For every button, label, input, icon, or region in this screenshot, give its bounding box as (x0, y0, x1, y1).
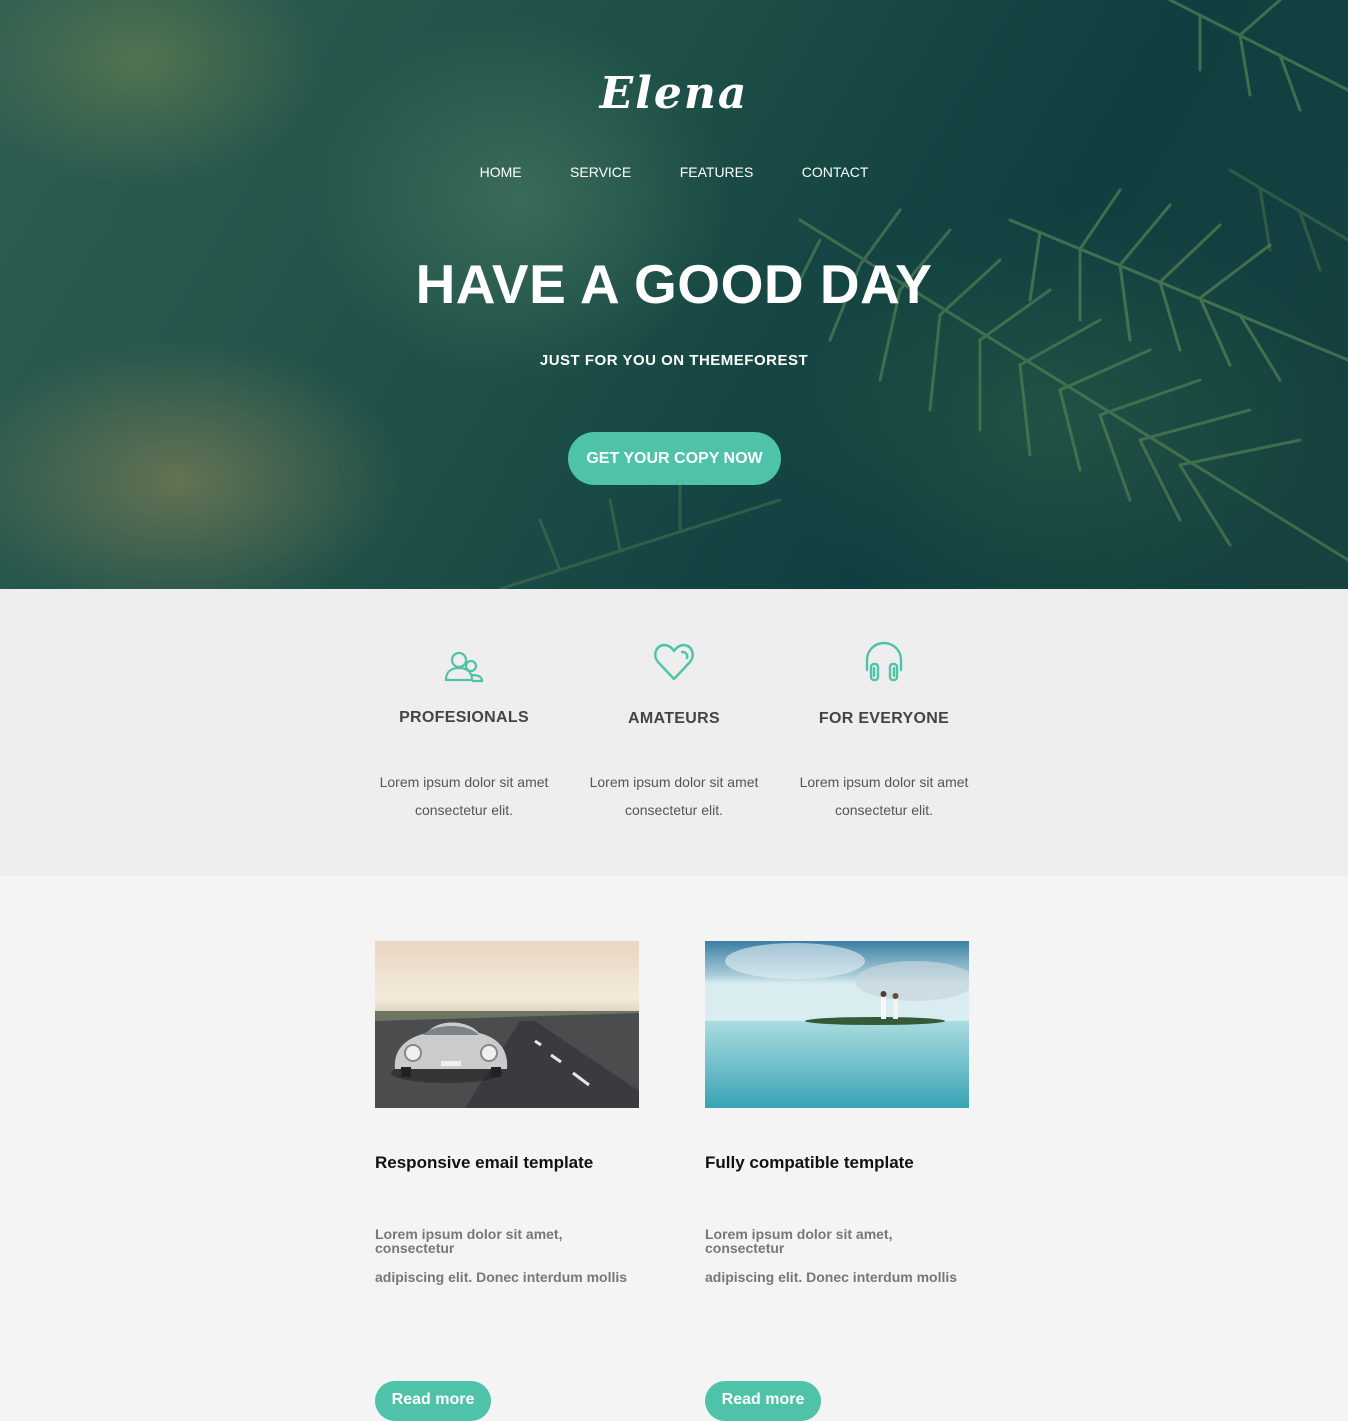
feature-desc: Lorem ipsum dolor sit amet consectetur e… (569, 768, 779, 824)
read-more-button[interactable]: Read more (705, 1381, 821, 1421)
nav-item-service[interactable]: SERVICE (570, 164, 631, 180)
users-icon (442, 645, 486, 689)
nav-item-home[interactable]: HOME (480, 164, 522, 180)
articles-section: Responsive email template Lorem ipsum do… (0, 876, 1348, 1421)
feature-desc-line: Lorem ipsum dolor sit amet (379, 774, 549, 790)
feature-title: FOR EVERYONE (818, 710, 950, 727)
feature-title: PROFESIONALS (399, 709, 529, 726)
article-text: Lorem ipsum dolor sit amet, consectetur (705, 1226, 893, 1256)
nav-item-features[interactable]: FEATURES (680, 164, 754, 180)
article-text: adipiscing elit. Donec interdum mollis (375, 1269, 628, 1285)
feature-card-profesionals: PROFESIONALS Lorem ipsum dolor sit amet … (359, 589, 569, 824)
nav-item-contact[interactable]: CONTACT (802, 164, 869, 180)
article-title[interactable]: Fully compatible template (705, 1153, 914, 1173)
feature-desc-line: consectetur elit. (624, 802, 724, 818)
brand-logo[interactable]: Elena (0, 68, 1348, 119)
feature-desc: Lorem ipsum dolor sit amet consectetur e… (359, 768, 569, 824)
read-more-button[interactable]: Read more (375, 1381, 491, 1421)
features-section: PROFESIONALS Lorem ipsum dolor sit amet … (0, 589, 1348, 876)
hero-headline: HAVE A GOOD DAY (415, 253, 933, 315)
article-card: Fully compatible template Lorem ipsum do… (705, 941, 970, 1421)
feature-card-amateurs: AMATEURS Lorem ipsum dolor sit amet cons… (569, 589, 779, 824)
article-title[interactable]: Responsive email template (375, 1153, 593, 1173)
feature-desc-line: consectetur elit. (834, 802, 934, 818)
article-text: adipiscing elit. Donec interdum mollis (705, 1269, 958, 1285)
vintage-car-photo[interactable] (375, 941, 639, 1108)
get-copy-button[interactable]: GET YOUR COPY NOW (568, 432, 781, 485)
article-text: Lorem ipsum dolor sit amet, consectetur (375, 1226, 563, 1256)
hero-subline: JUST FOR YOU ON THEMEFOREST (539, 352, 809, 369)
feature-desc-line: consectetur elit. (414, 802, 514, 818)
main-nav: HOME SERVICE FEATURES CONTACT (0, 164, 1348, 182)
feature-desc: Lorem ipsum dolor sit amet consectetur e… (779, 768, 989, 824)
headphones-icon (862, 640, 906, 684)
heart-icon (652, 640, 696, 684)
feature-desc-line: Lorem ipsum dolor sit amet (799, 774, 969, 790)
feature-card-for-everyone: FOR EVERYONE Lorem ipsum dolor sit amet … (779, 589, 989, 824)
article-card: Responsive email template Lorem ipsum do… (375, 941, 640, 1421)
hero-section: Elena HOME SERVICE FEATURES CONTACT HAVE… (0, 0, 1348, 589)
feature-title: AMATEURS (628, 710, 720, 727)
beach-couple-photo[interactable] (705, 941, 969, 1108)
feature-desc-line: Lorem ipsum dolor sit amet (589, 774, 759, 790)
